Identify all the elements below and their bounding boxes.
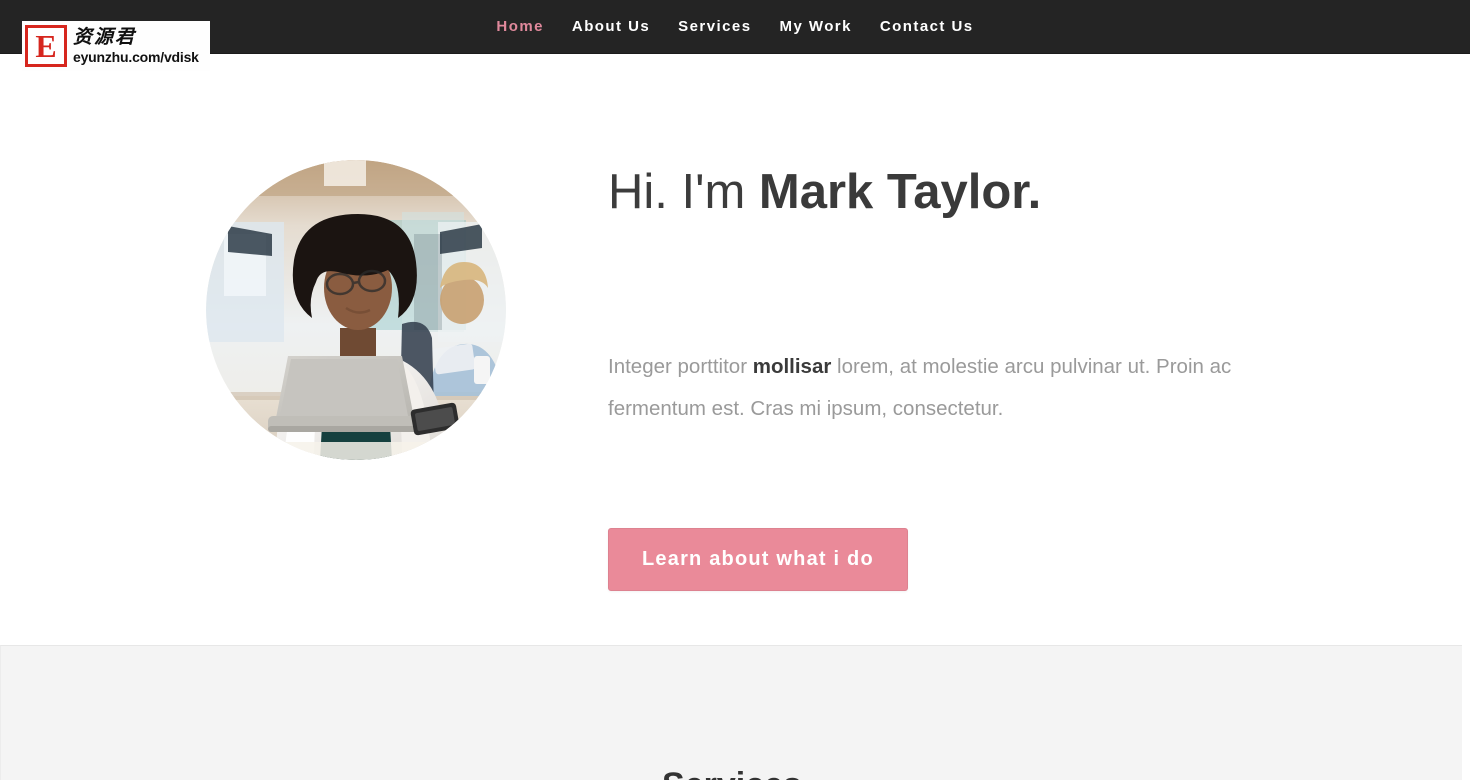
logo-badge-icon: E (25, 25, 67, 67)
watermark-logo: E 资源君 eyunzhu.com/vdisk (22, 21, 210, 71)
nav-item-services: Services (664, 0, 765, 54)
learn-about-what-i-do-button[interactable]: Learn about what i do (608, 528, 908, 591)
nav-item-about-us: About Us (558, 0, 664, 54)
nav-link-my-work[interactable]: My Work (766, 0, 866, 54)
nav-link-contact-us[interactable]: Contact Us (866, 0, 988, 54)
nav-link-about-us[interactable]: About Us (558, 0, 664, 54)
nav-link-services[interactable]: Services (664, 0, 765, 54)
hero-paragraph-part1: Integer porttitor (608, 355, 753, 378)
hero-paragraph: Integer porttitor mollisar lorem, at mol… (608, 346, 1280, 430)
services-section: Services (0, 645, 1462, 780)
site-header: Home About Us Services My Work Contact U… (0, 0, 1470, 54)
hero-title-light: Hi. I'm (608, 165, 759, 219)
watermark-brand-cn: 资源君 (73, 26, 137, 48)
nav-link-home[interactable]: Home (482, 0, 557, 54)
nav-list: Home About Us Services My Work Contact U… (0, 0, 1470, 54)
page-title: Hi. I'm Mark Taylor. (608, 164, 1308, 220)
nav-item-home: Home (482, 0, 557, 54)
hero-title-strong: Mark Taylor. (758, 165, 1042, 219)
watermark-url: eyunzhu.com/vdisk (73, 49, 199, 65)
logo-badge-letter: E (28, 28, 64, 64)
nav-item-contact-us: Contact Us (866, 0, 988, 54)
hero-copy: Hi. I'm Mark Taylor. Integer porttitor m… (608, 164, 1308, 591)
watermark-text: 资源君 eyunzhu.com/vdisk (73, 26, 199, 65)
scroll-gutter (1462, 645, 1470, 780)
services-heading: Services (1, 768, 1462, 780)
hero-section: Hi. I'm Mark Taylor. Integer porttitor m… (0, 54, 1470, 645)
nav-item-my-work: My Work (766, 0, 866, 54)
profile-photo-illustration (206, 160, 506, 460)
hero-profile-photo (206, 160, 506, 460)
hero-paragraph-strong: mollisar (752, 355, 832, 378)
